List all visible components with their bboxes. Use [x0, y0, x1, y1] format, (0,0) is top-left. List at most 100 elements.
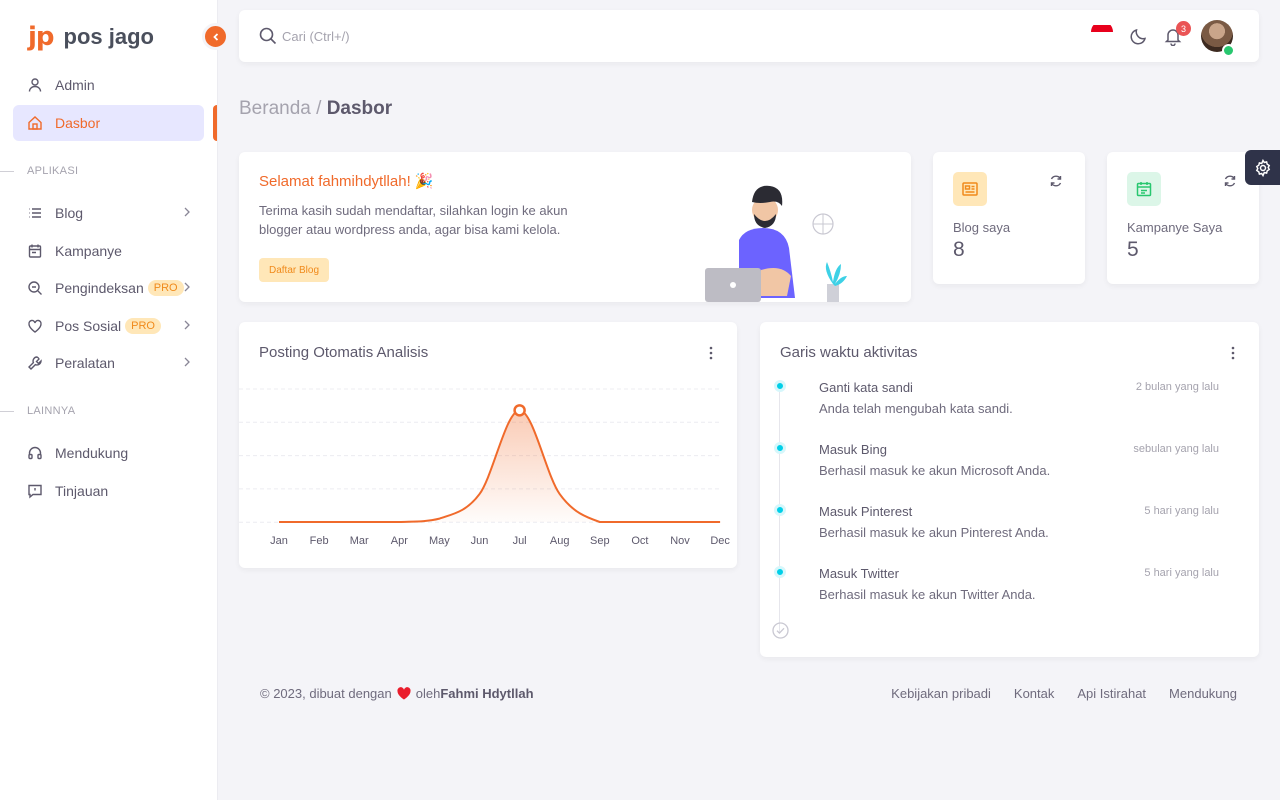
brand-logo: jp: [28, 22, 55, 52]
timeline-item-title: Ganti kata sandi: [819, 380, 913, 395]
chevron-right-icon: [184, 282, 190, 292]
breadcrumb-parent[interactable]: Beranda /: [239, 98, 321, 119]
x-tick-label: Jan: [270, 535, 288, 547]
footer-links: Kebijakan pribadi Kontak Api Istirahat M…: [868, 686, 1237, 701]
register-blog-button[interactable]: Daftar Blog: [259, 258, 330, 282]
section-title-other: LAINNYA: [27, 405, 76, 417]
sidebar-item-blog[interactable]: Blog: [13, 195, 204, 231]
pro-badge: PRO: [147, 280, 184, 296]
welcome-text: Terima kasih sudah mendaftar, silahkan l…: [259, 203, 568, 237]
brand-name: pos jago: [63, 24, 154, 49]
x-tick-label: Aug: [550, 535, 570, 547]
series-area: [279, 410, 721, 522]
calendar-icon: [1136, 182, 1152, 197]
check-circle-icon: [772, 622, 789, 639]
footer-copyright: © 2023, dibuat dengan oleh Fahmi Hdytlla…: [260, 686, 534, 701]
search-input[interactable]: [282, 24, 582, 48]
x-tick-label: Feb: [310, 535, 329, 547]
footer-by: oleh: [415, 686, 441, 701]
brand[interactable]: jp pos jago: [28, 22, 154, 52]
heart-icon: [397, 687, 411, 700]
wrench-icon: [27, 355, 43, 371]
chevron-left-icon: [212, 32, 218, 41]
footer-author[interactable]: Fahmi Hdytllah: [440, 686, 533, 701]
blog-stat-icon-box: [953, 172, 987, 206]
pro-badge: PRO: [125, 317, 161, 334]
home-icon: [27, 115, 43, 131]
sidebar-item-mendukung[interactable]: Mendukung: [13, 435, 204, 471]
collapse-sidebar-button[interactable]: [202, 23, 229, 50]
x-tick-label: Jul: [513, 535, 527, 547]
heart-icon: [27, 318, 43, 334]
footer-link-contact[interactable]: Kontak: [1014, 686, 1054, 701]
sidebar-item-label: Mendukung: [55, 445, 129, 461]
section-title-apps: APLIKASI: [27, 165, 79, 177]
search-icon[interactable]: [259, 27, 277, 45]
headphones-icon: [27, 445, 43, 461]
menu-top: Admin Dasbor: [13, 67, 204, 141]
timeline-dot: [774, 566, 786, 578]
x-tick-label: Dec: [710, 535, 730, 547]
gear-icon: [1255, 158, 1270, 177]
stat-value: 8: [953, 238, 965, 261]
x-tick-label: Sep: [590, 535, 610, 547]
stat-value: 5: [1127, 238, 1139, 261]
message-icon: [27, 483, 43, 499]
menu-apps: Blog Kampanye Pengindeksan PRO Pos Sosia…: [13, 195, 204, 381]
timeline-dot: [774, 442, 786, 454]
stat-label: Kampanye Saya: [1127, 220, 1223, 235]
x-tick-label: May: [429, 535, 450, 547]
search-zoom-icon: [27, 280, 43, 296]
calendar-icon: [27, 243, 43, 259]
x-tick-label: Nov: [670, 535, 690, 547]
sidebar-item-pos-sosial[interactable]: Pos Sosial PRO: [13, 308, 204, 344]
moon-icon[interactable]: [1129, 26, 1149, 46]
more-vertical-icon[interactable]: [1231, 346, 1235, 360]
chart-title: Posting Otomatis Analisis: [259, 344, 429, 361]
sidebar-item-label: Kampanye: [55, 242, 122, 259]
footer-link-api[interactable]: Api Istirahat: [1077, 686, 1146, 701]
footer-link-support[interactable]: Mendukung: [1169, 686, 1237, 701]
indonesia-flag-icon[interactable]: [1091, 25, 1113, 47]
timeline-item: Masuk Pinterest 5 hari yang lalu Berhasi…: [760, 504, 1259, 554]
sidebar-item-pengindeksan[interactable]: Pengindeksan PRO: [13, 270, 204, 306]
sidebar-item-label: Tinjauan: [55, 482, 109, 499]
x-tick-label: Apr: [391, 535, 408, 547]
notification-badge: 3: [1176, 21, 1191, 36]
sidebar-item-label: Peralatan: [55, 355, 115, 371]
sidebar-item-label: Pengindeksan: [55, 280, 144, 296]
sidebar-item-label: Admin: [55, 77, 95, 93]
sidebar-item-dasbor[interactable]: Dasbor: [13, 105, 204, 141]
welcome-title: Selamat fahmihdytllah! 🎉: [259, 173, 434, 190]
more-vertical-icon[interactable]: [709, 346, 713, 360]
chevron-right-icon: [184, 320, 190, 329]
top-navbar: 3: [239, 10, 1259, 62]
x-tick-label: Jun: [471, 535, 489, 547]
x-tick-label: Oct: [631, 535, 648, 547]
refresh-icon[interactable]: [1049, 174, 1063, 188]
timeline-item-time: 5 hari yang lalu: [1144, 505, 1219, 517]
sidebar-item-label: Dasbor: [55, 115, 101, 131]
timeline-item-time: 5 hari yang lalu: [1144, 567, 1219, 579]
refresh-icon[interactable]: [1223, 174, 1237, 188]
person-laptop-illustration: [705, 185, 847, 302]
sidebar-item-peralatan[interactable]: Peralatan: [13, 345, 204, 381]
menu-other: Mendukung Tinjauan: [13, 435, 204, 509]
timeline-item: Ganti kata sandi 2 bulan yang lalu Anda …: [760, 380, 1259, 430]
newspaper-icon: [962, 182, 978, 196]
user-icon: [27, 77, 43, 93]
timeline-item-title: Masuk Pinterest: [819, 504, 913, 519]
timeline-dot: [774, 380, 786, 392]
timeline-item-desc: Berhasil masuk ke akun Twitter Anda.: [819, 587, 1036, 602]
list-icon: [27, 205, 43, 221]
sidebar-item-tinjauan[interactable]: Tinjauan: [13, 473, 204, 509]
footer-link-privacy[interactable]: Kebijakan pribadi: [891, 686, 991, 701]
sidebar-item-admin[interactable]: Admin: [13, 67, 204, 103]
theme-settings-button[interactable]: [1245, 150, 1280, 185]
timeline-item-time: 2 bulan yang lalu: [1135, 381, 1219, 393]
sidebar-item-kampanye[interactable]: Kampanye: [13, 233, 204, 269]
timeline-item-time: sebulan yang lalu: [1133, 443, 1219, 455]
campaign-stat-icon-box: [1127, 172, 1161, 206]
data-point[interactable]: [513, 404, 526, 417]
active-indicator: [213, 105, 217, 141]
